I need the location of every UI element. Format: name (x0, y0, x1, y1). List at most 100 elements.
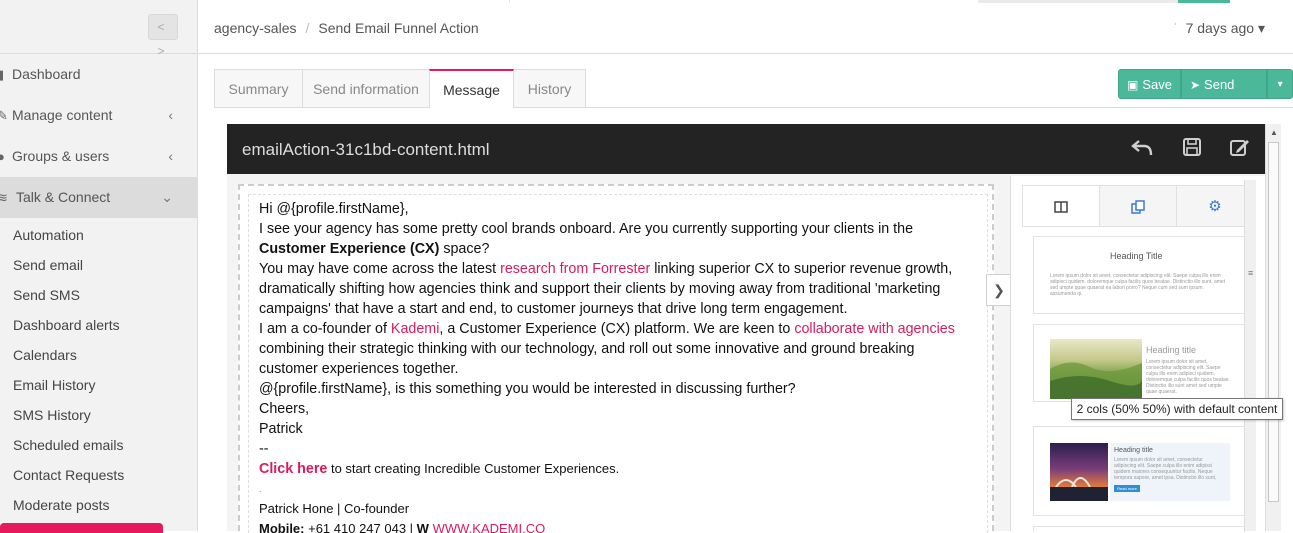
wifi-icon: ≋ (0, 190, 8, 205)
paper-plane-icon: ➤ (1189, 78, 1201, 92)
copy-icon (1131, 200, 1145, 214)
sidebar: < > ▮ Dashboard ✎ Manage content ‹ ● Gro… (0, 0, 198, 533)
tab-settings[interactable]: ⚙ (1176, 185, 1254, 227)
sidebar-item-talk-connect[interactable]: ≋ Talk & Connect ⌄ (0, 177, 197, 218)
sidebar-item-dashboard[interactable]: ▮ Dashboard (0, 54, 197, 95)
kademi-link[interactable]: Kademi (391, 321, 439, 337)
sidebar-item-label: Talk & Connect (16, 189, 111, 205)
sidebar-subitem-send-sms[interactable]: Send SMS (0, 280, 197, 310)
edit-icon[interactable] (1229, 137, 1251, 163)
save-label: Save (1142, 77, 1172, 92)
panel-scrollbar[interactable]: ≡ (1244, 180, 1256, 531)
sidebar-active-indicator (0, 523, 163, 533)
sidebar-toggle-button[interactable]: < > (148, 14, 178, 58)
top-scroll-track (978, 0, 1178, 3)
sidebar-subitem-contact-requests[interactable]: Contact Requests (0, 460, 197, 490)
text: I am a co-founder of (259, 321, 391, 337)
chevron-down-icon: ⌄ (161, 189, 173, 205)
scroll-up-icon[interactable]: ▲ (1270, 128, 1278, 137)
tab-summary[interactable]: Summary (214, 69, 303, 108)
text-bold: W (416, 521, 429, 533)
template-title: Heading Title (1110, 251, 1163, 261)
divider (509, 0, 510, 3)
undo-icon[interactable] (1130, 137, 1154, 165)
collapse-panel-button[interactable]: ❯ (986, 274, 1012, 306)
sidebar-subitem-calendars[interactable]: Calendars (0, 340, 197, 370)
email-body[interactable]: Hi @{profile.firstName}, I see your agen… (248, 194, 988, 533)
users-icon: ● (0, 149, 5, 164)
sidebar-subitem-automation[interactable]: Automation (0, 220, 197, 250)
sidebar-subitem-sms-history[interactable]: SMS History (0, 400, 197, 430)
template-image (1050, 443, 1108, 501)
tab-snippets[interactable] (1099, 185, 1177, 227)
sidebar-subitem-email-history[interactable]: Email History (0, 370, 197, 400)
updated-label: 7 days ago (1185, 20, 1255, 36)
email-paragraph: I see your agency has some pretty cool b… (259, 219, 977, 259)
template-title: Heading title (1146, 345, 1197, 355)
forrester-link[interactable]: research from Forrester (500, 261, 650, 277)
template-card[interactable] (1033, 526, 1245, 532)
send-test-button[interactable]: ➤ Send test (1180, 69, 1268, 122)
dashboard-icon: ▮ (0, 67, 5, 82)
panel-tab-underline (1022, 226, 1255, 227)
template-title: Heading title (1114, 447, 1153, 454)
caret-down-icon: ▾ (1277, 79, 1283, 90)
template-card-image-left[interactable]: Heading title Lorem ipsum dolor sit amet… (1033, 426, 1245, 516)
sidebar-subitem-send-email[interactable]: Send email (0, 250, 197, 280)
text: to start creating Incredible Customer Ex… (327, 461, 620, 476)
signature-name: Patrick Hone | Co-founder (259, 501, 410, 516)
email-greeting: Hi @{profile.firstName}, (259, 201, 409, 217)
scrollbar-thumb[interactable] (1268, 142, 1279, 502)
more-actions-dropdown[interactable]: ▾ (1267, 69, 1293, 99)
template-text-panel: Heading title Lorem ipsum dolor sit amet… (1110, 443, 1230, 501)
top-scroll-indicator (1178, 0, 1230, 3)
text: , a Customer Experience (CX) platform. W… (439, 321, 795, 337)
template-card-two-cols[interactable]: Heading title Lorem ipsum dolor sit amet… (1033, 324, 1245, 402)
breadcrumb-item[interactable]: agency-sales (214, 20, 297, 36)
template-text: Lorem ipsum dolor sit amet, consectetur … (1146, 359, 1230, 395)
updated-dropdown[interactable]: ˈ 7 days ago ▾ (1173, 20, 1265, 37)
chevron-left-icon: ‹ (168, 107, 173, 123)
email-divider-text: -- (259, 441, 269, 457)
click-here-link[interactable]: Click here (259, 461, 327, 477)
email-closing: Cheers, (259, 401, 310, 417)
sidebar-item-groups-users[interactable]: ● Groups & users ‹ (0, 136, 197, 177)
caret-down-icon: ▾ (1257, 20, 1265, 36)
template-read-more-button: Read more (1114, 485, 1140, 492)
scroll-grip-icon: ≡ (1248, 268, 1254, 278)
chevron-left-icon: ‹ (168, 148, 173, 164)
collaborate-link[interactable]: collaborate with agencies (794, 321, 955, 337)
editor-scrollbar[interactable]: ▲ (1265, 124, 1281, 531)
top-bar: agency-sales / Send Email Funnel Action ˈ7… (198, 0, 1293, 54)
sidebar-item-manage-content[interactable]: ✎ Manage content ‹ (0, 95, 197, 136)
gear-icon: ⚙ (1208, 198, 1222, 215)
sidebar-item-label: Manage content (12, 107, 113, 123)
tab-message[interactable]: Message (429, 69, 514, 109)
email-paragraph: I am a co-founder of Kademi, a Customer … (259, 319, 977, 379)
edit-icon: ✎ (0, 108, 8, 123)
breadcrumb: agency-sales / Send Email Funnel Action (214, 20, 479, 36)
sidebar-header: < > (0, 0, 197, 58)
website-link[interactable]: WWW.KADEMI.CO (429, 521, 546, 533)
action-button-group: ▣ Save ➤ Send test ▾ (1118, 69, 1293, 122)
save-icon[interactable] (1182, 137, 1202, 163)
tab-send-information[interactable]: Send information (302, 69, 430, 108)
email-cta: Click here to start creating Incredible … (259, 459, 977, 479)
email-paragraph: You may have come across the latest rese… (259, 259, 977, 319)
email-dot: . (259, 484, 262, 494)
tooltip: 2 cols (50% 50%) with default content (1071, 398, 1283, 420)
chevron-right-icon: ❯ (993, 282, 1005, 298)
tab-history[interactable]: History (513, 69, 586, 108)
save-button[interactable]: ▣ Save (1118, 69, 1181, 99)
tab-layouts[interactable] (1022, 185, 1100, 227)
sidebar-subitem-moderate-posts[interactable]: Moderate posts (0, 490, 197, 520)
sidebar-subitem-dashboard-alerts[interactable]: Dashboard alerts (0, 310, 197, 340)
sidebar-item-label: Groups & users (12, 148, 110, 164)
text: I see your agency has some pretty cool b… (259, 221, 914, 237)
text-bold: Mobile: (259, 521, 305, 533)
sidebar-subitem-scheduled-emails[interactable]: Scheduled emails (0, 430, 197, 460)
breadcrumb-separator: / (305, 20, 310, 36)
template-card[interactable]: Heading Title Lorem ipsum dolor sit amet… (1033, 236, 1245, 314)
email-signoff-name: Patrick (259, 421, 303, 437)
sidebar-item-label: Dashboard (12, 66, 81, 82)
